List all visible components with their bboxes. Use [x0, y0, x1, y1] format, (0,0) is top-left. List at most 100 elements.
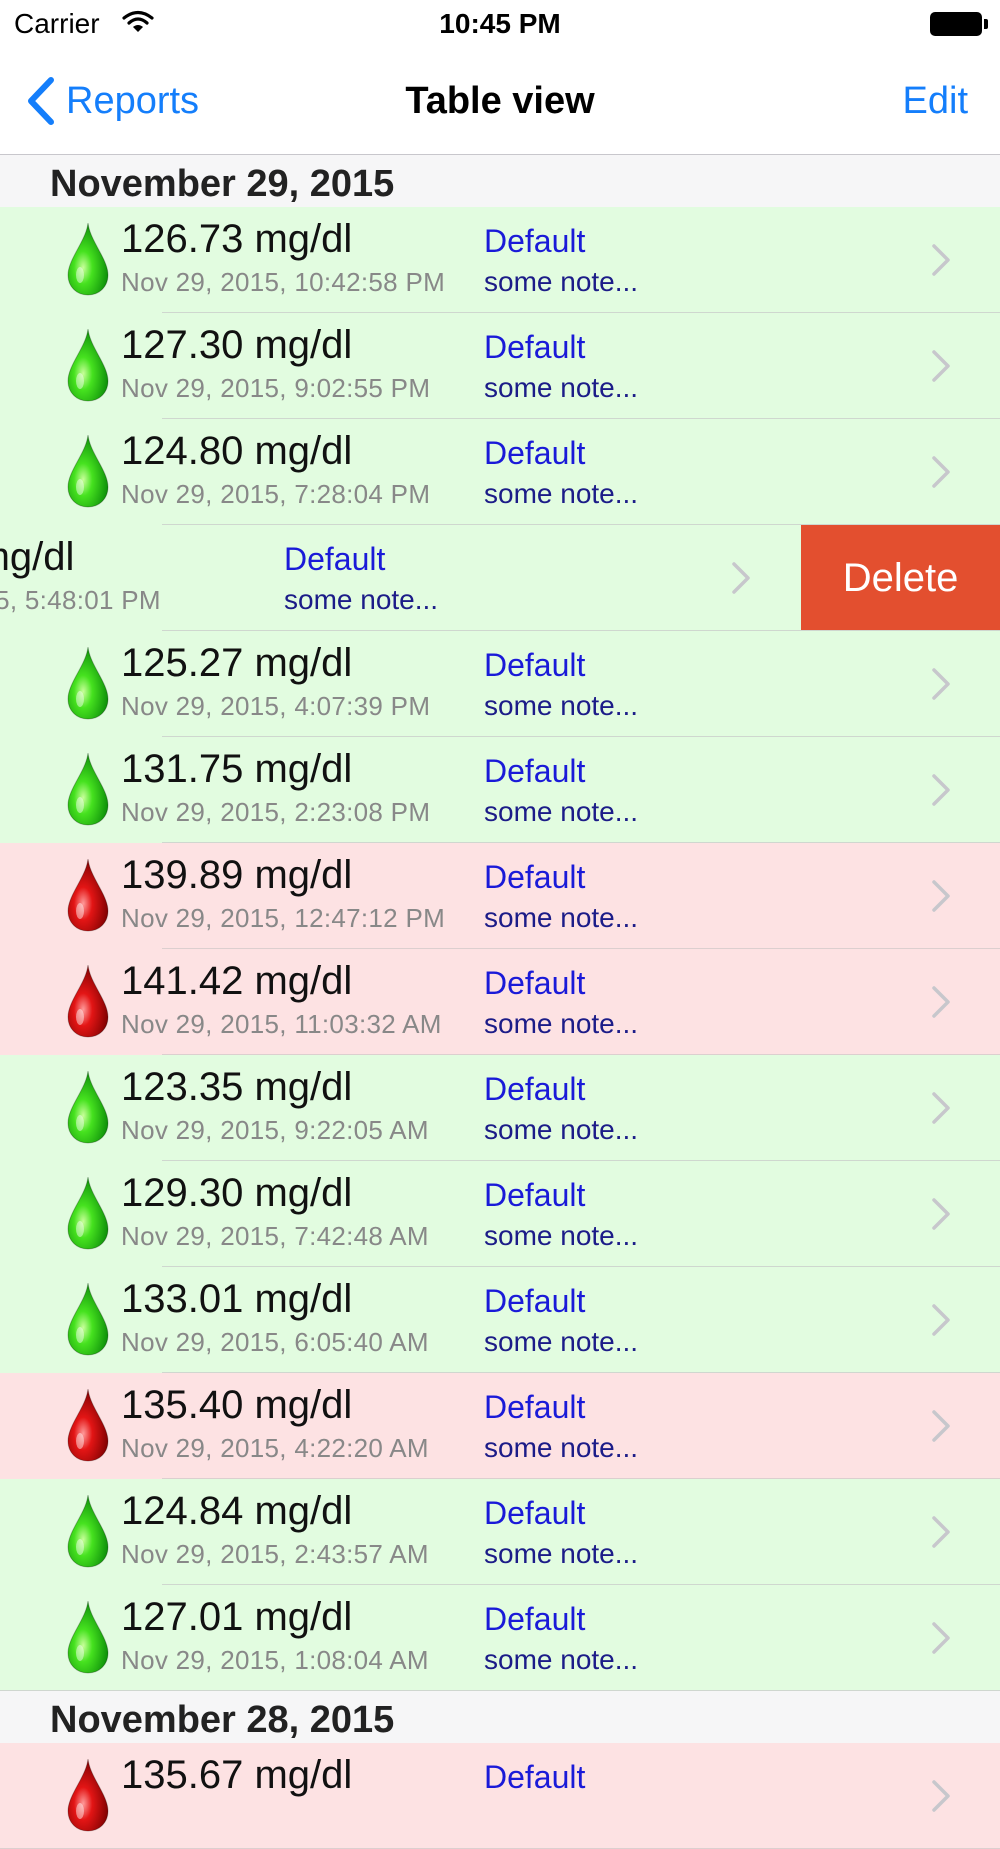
reading-row-content: 127.01 mg/dl Nov 29, 2015, 1:08:04 AM Defa…: [0, 1585, 1000, 1691]
reading-note: some note...: [484, 1220, 639, 1251]
chevron-right-icon: [932, 668, 950, 700]
reading-note: some note...: [484, 796, 639, 827]
green-drop-icon: [67, 1282, 109, 1356]
reading-row[interactable]: 19 mg/dl 9, 2015, 5:48:01 PM Default some n…: [0, 525, 1000, 631]
status-time: 10:45 PM: [439, 8, 561, 39]
reading-note: some note...: [484, 902, 639, 933]
reading-value: 127.30 mg/dl: [121, 323, 353, 367]
reading-row-content: 124.84 mg/dl Nov 29, 2015, 2:43:57 AM Defa…: [0, 1479, 1000, 1585]
green-drop-icon: [67, 434, 109, 508]
reading-row-content: 135.40 mg/dl Nov 29, 2015, 4:22:20 AM Defa…: [0, 1373, 1000, 1479]
reading-row-content: 124.80 mg/dl Nov 29, 2015, 7:28:04 PM Defa…: [0, 419, 1000, 525]
reading-note: some note...: [484, 1432, 639, 1463]
reading-row[interactable]: 124.84 mg/dl Nov 29, 2015, 2:43:57 AM Defa…: [0, 1479, 1000, 1585]
section-title: November 29, 2015: [50, 163, 395, 205]
reading-note: some note...: [484, 1114, 639, 1145]
reading-category: Default: [484, 435, 586, 471]
edit-button[interactable]: Edit: [903, 80, 968, 123]
reading-value: 135.67 mg/dl: [121, 1753, 353, 1797]
reading-row[interactable]: 133.01 mg/dl Nov 29, 2015, 6:05:40 AM Defa…: [0, 1267, 1000, 1373]
green-drop-icon: [67, 1176, 109, 1250]
reading-timestamp: Nov 29, 2015, 1:08:04 AM: [121, 1645, 429, 1675]
red-drop-icon: [67, 1388, 109, 1462]
reading-row-content: 127.30 mg/dl Nov 29, 2015, 9:02:55 PM Defa…: [0, 313, 1000, 419]
reading-value: 123.35 mg/dl: [121, 1065, 353, 1109]
reading-category: Default: [484, 1389, 586, 1425]
reading-row[interactable]: 131.75 mg/dl Nov 29, 2015, 2:23:08 PM Defa…: [0, 737, 1000, 843]
chevron-right-icon: [932, 880, 950, 912]
reading-value: 129.30 mg/dl: [121, 1171, 353, 1215]
reading-value: 127.01 mg/dl: [121, 1595, 353, 1639]
green-drop-icon: [67, 752, 109, 826]
section-header: November 28, 2015: [0, 1691, 1000, 1743]
reading-row-content: 129.30 mg/dl Nov 29, 2015, 7:42:48 AM Defa…: [0, 1161, 1000, 1267]
chevron-right-icon: [932, 244, 950, 276]
green-drop-icon: [67, 1600, 109, 1674]
page-title: Table view: [405, 80, 595, 122]
reading-value: 124.80 mg/dl: [121, 429, 353, 473]
reading-timestamp: Nov 29, 2015, 9:22:05 AM: [121, 1115, 429, 1145]
reading-row[interactable]: 127.30 mg/dl Nov 29, 2015, 9:02:55 PM Defa…: [0, 313, 1000, 419]
reading-timestamp: Nov 29, 2015, 4:07:39 PM: [121, 691, 431, 721]
reading-row-content: 19 mg/dl 9, 2015, 5:48:01 PM Default some n…: [0, 525, 800, 631]
reading-row[interactable]: 123.35 mg/dl Nov 29, 2015, 9:22:05 AM Defa…: [0, 1055, 1000, 1161]
reading-note: some note...: [484, 1008, 639, 1039]
reading-category: Default: [484, 329, 586, 365]
reading-category: Default: [484, 1177, 586, 1213]
reading-category: Default: [484, 965, 586, 1001]
reading-timestamp: Nov 29, 2015, 2:43:57 AM: [121, 1539, 429, 1569]
reading-note: some note...: [484, 372, 639, 403]
battery-icon: [930, 12, 988, 38]
reading-row-content: 135.67 mg/dl Default: [0, 1743, 1000, 1849]
reading-row[interactable]: 135.67 mg/dl Default: [0, 1743, 1000, 1849]
reading-value: 131.75 mg/dl: [121, 747, 353, 791]
reading-row[interactable]: 125.27 mg/dl Nov 29, 2015, 4:07:39 PM Defa…: [0, 631, 1000, 737]
section-title: November 28, 2015: [50, 1699, 395, 1741]
reading-timestamp: Nov 29, 2015, 11:03:32 AM: [121, 1009, 442, 1039]
reading-category: Default: [484, 859, 586, 895]
reading-note: some note...: [484, 1326, 639, 1357]
reading-timestamp: Nov 29, 2015, 10:42:58 PM: [121, 267, 446, 297]
reading-value: 19 mg/dl: [0, 535, 75, 579]
reading-value: 126.73 mg/dl: [121, 217, 353, 261]
reading-row[interactable]: 126.73 mg/dl Nov 29, 2015, 10:42:58 PM Def…: [0, 207, 1000, 313]
chevron-right-icon: [932, 1304, 950, 1336]
reading-category: Default: [484, 1601, 586, 1637]
chevron-right-icon: [932, 1622, 950, 1654]
reading-category: Default: [484, 753, 586, 789]
reading-row-content: 133.01 mg/dl Nov 29, 2015, 6:05:40 AM Defa…: [0, 1267, 1000, 1373]
reading-row[interactable]: 129.30 mg/dl Nov 29, 2015, 7:42:48 AM Defa…: [0, 1161, 1000, 1267]
reading-row[interactable]: 127.01 mg/dl Nov 29, 2015, 1:08:04 AM Defa…: [0, 1585, 1000, 1691]
green-drop-icon: [67, 222, 109, 296]
chevron-right-icon: [932, 986, 950, 1018]
green-drop-icon: [67, 1494, 109, 1568]
reading-row[interactable]: 124.80 mg/dl Nov 29, 2015, 7:28:04 PM Defa…: [0, 419, 1000, 525]
reading-row[interactable]: 135.40 mg/dl Nov 29, 2015, 4:22:20 AM Defa…: [0, 1373, 1000, 1479]
reading-row[interactable]: 141.42 mg/dl Nov 29, 2015, 11:03:32 AM Def…: [0, 949, 1000, 1055]
reading-value: 135.40 mg/dl: [121, 1383, 353, 1427]
reading-row[interactable]: 139.89 mg/dl Nov 29, 2015, 12:47:12 PM Def…: [0, 843, 1000, 949]
section-header: November 29, 2015: [0, 155, 1000, 207]
reading-note: some note...: [484, 690, 639, 721]
chevron-right-icon: [732, 562, 750, 594]
reading-note: some note...: [484, 1644, 639, 1675]
reading-category: Default: [484, 647, 586, 683]
reading-note: some note...: [484, 1538, 639, 1569]
reading-row-content: 125.27 mg/dl Nov 29, 2015, 4:07:39 PM Defa…: [0, 631, 1000, 737]
chevron-right-icon: [932, 456, 950, 488]
reading-timestamp: Nov 29, 2015, 2:23:08 PM: [121, 797, 431, 827]
reading-timestamp: Nov 29, 2015, 7:28:04 PM: [121, 479, 431, 509]
reading-category: Default: [484, 1283, 586, 1319]
red-drop-icon: [67, 964, 109, 1038]
reading-row-content: 131.75 mg/dl Nov 29, 2015, 2:23:08 PM Defa…: [0, 737, 1000, 843]
reading-value: 141.42 mg/dl: [121, 959, 353, 1003]
reading-row-content: 126.73 mg/dl Nov 29, 2015, 10:42:58 PM Def…: [0, 207, 1000, 313]
reading-row-content: 123.35 mg/dl Nov 29, 2015, 9:22:05 AM Defa…: [0, 1055, 1000, 1161]
red-drop-icon: [67, 858, 109, 932]
reading-timestamp: Nov 29, 2015, 9:02:55 PM: [121, 373, 431, 403]
delete-button[interactable]: Delete: [801, 525, 1000, 631]
reading-timestamp: Nov 29, 2015, 7:42:48 AM: [121, 1221, 429, 1251]
chevron-right-icon: [932, 1780, 950, 1812]
reading-timestamp: Nov 29, 2015, 4:22:20 AM: [121, 1433, 429, 1463]
reading-timestamp: Nov 29, 2015, 6:05:40 AM: [121, 1327, 429, 1357]
